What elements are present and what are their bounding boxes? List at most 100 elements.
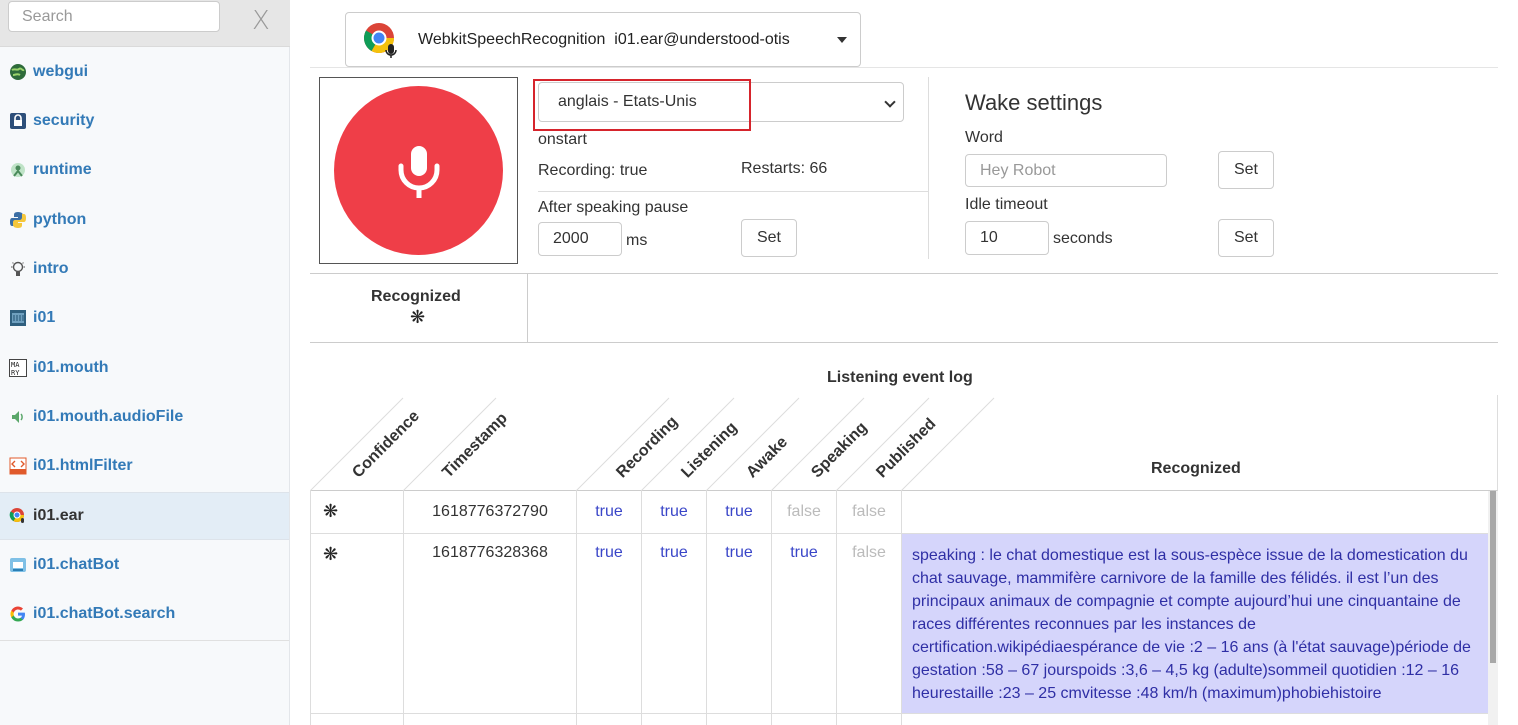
listening-value: true <box>660 503 688 520</box>
recognized-cell <box>901 714 1488 725</box>
listening-value: true <box>660 544 688 561</box>
log-table-header: Confidence Timestamp Recording Listening… <box>310 395 1498 491</box>
microphone-icon <box>398 146 440 198</box>
table-row <box>310 714 1488 725</box>
sidebar-item-label: intro <box>33 260 69 277</box>
sidebar-item-webgui[interactable]: webgui <box>0 48 289 96</box>
pause-label: After speaking pause <box>538 199 689 216</box>
divider <box>527 273 528 342</box>
awake-cell: true <box>706 491 771 533</box>
recording-status: Recording: true <box>538 162 648 179</box>
confidence-cell: ❋ <box>310 491 403 533</box>
robot-icon <box>10 310 26 326</box>
timestamp-value: 1618776328368 <box>432 544 548 561</box>
globe-icon <box>10 64 26 80</box>
awake-cell: true <box>706 534 771 713</box>
listening-cell <box>641 714 706 725</box>
sidebar-item-label: i01.mouth <box>33 359 109 376</box>
sidebar-item-i01-mouth[interactable]: MA RY i01.mouth <box>0 344 289 392</box>
recognized-cell: speaking : le chat domestique est la sou… <box>901 534 1488 713</box>
published-value: false <box>852 544 886 561</box>
lightbulb-icon <box>11 261 25 276</box>
divider <box>310 273 1498 274</box>
language-select[interactable]: anglais - Etats-Unis <box>538 82 904 122</box>
sidebar-item-label: webgui <box>33 63 89 80</box>
chrome-mic-icon <box>363 23 397 58</box>
published-cell: false <box>836 534 901 713</box>
wake-word-input[interactable] <box>965 154 1167 187</box>
recording-cell: true <box>576 534 641 713</box>
idle-timeout-set-button[interactable]: Set <box>1218 219 1274 257</box>
timestamp-cell: 1618776372790 <box>403 491 576 533</box>
sidebar-item-i01-mouth-audiofile[interactable]: i01.mouth.audioFile <box>0 393 289 441</box>
speaking-value: true <box>790 544 818 561</box>
confidence-star-icon: ❋ <box>410 307 426 328</box>
recognized-value: speaking : le chat domestique est la sou… <box>902 534 1488 713</box>
sidebar-item-label: i01.ear <box>33 507 84 524</box>
idle-timeout-input[interactable] <box>965 221 1049 255</box>
timestamp-cell <box>403 714 576 725</box>
microphone-toggle[interactable] <box>319 77 518 264</box>
timestamp-value: 1618776372790 <box>432 503 548 520</box>
search-input[interactable] <box>8 1 220 32</box>
divider <box>928 77 929 259</box>
recording-cell: true <box>576 491 641 533</box>
sidebar-item-i01-ear[interactable]: i01.ear <box>0 492 289 540</box>
sidebar-item-i01-chatbot-search[interactable]: i01.chatBot.search <box>0 590 289 638</box>
chevron-down-icon <box>884 96 896 108</box>
idle-timeout-unit: seconds <box>1053 230 1113 247</box>
restarts-count: Restarts: 66 <box>741 160 828 177</box>
service-type: WebkitSpeechRecognition <box>418 31 606 48</box>
mary-tts-icon: MARY <box>9 359 27 377</box>
sidebar-item-security[interactable]: security <box>0 97 289 145</box>
chrome-mic-icon <box>9 508 24 523</box>
awake-value: true <box>725 503 753 520</box>
log-title: Listening event log <box>827 369 973 386</box>
event-status: onstart <box>538 131 587 148</box>
svg-text:MA: MA <box>11 361 20 369</box>
speaking-cell: false <box>771 491 836 533</box>
search-bar: X <box>0 0 290 47</box>
table-row: ❋ 1618776372790 true true true false fal… <box>310 491 1488 534</box>
wake-settings-title: Wake settings <box>965 90 1103 115</box>
sidebar-item-runtime[interactable]: runtime <box>0 146 289 194</box>
sidebar-item-i01-chatbot[interactable]: i01.chatBot <box>0 541 289 589</box>
recognized-cell <box>901 491 1488 533</box>
sidebar-item-i01-htmlfilter[interactable]: i01.htmlFilter <box>0 442 289 490</box>
scrollbar-thumb[interactable] <box>1490 491 1496 663</box>
recording-cell <box>576 714 641 725</box>
log-table-body: ❋ 1618776372790 true true true false fal… <box>310 491 1488 725</box>
sidebar-item-label: i01.mouth.audioFile <box>33 408 184 425</box>
speaking-value: false <box>787 503 821 520</box>
close-search-button[interactable]: X <box>252 6 270 36</box>
header-recognized: Recognized <box>1151 460 1241 477</box>
sidebar-item-i01[interactable]: i01 <box>0 294 289 342</box>
runtime-icon <box>11 163 25 177</box>
service-instance: i01.ear@understood-otis <box>614 31 790 48</box>
published-value: false <box>852 503 886 520</box>
confidence-cell <box>310 714 403 725</box>
divider <box>310 67 1498 68</box>
recognized-value <box>902 491 1488 503</box>
confidence-star-icon: ❋ <box>323 544 339 565</box>
sidebar: X webgui security runtime python intro i… <box>0 0 290 725</box>
speaking-cell: true <box>771 534 836 713</box>
divider <box>310 342 1498 343</box>
wake-word-label: Word <box>965 129 1003 146</box>
sidebar-divider <box>0 640 289 641</box>
sidebar-item-label: i01.chatBot <box>33 556 120 573</box>
sidebar-item-python[interactable]: python <box>0 196 289 244</box>
log-scrollbar[interactable] <box>1488 491 1498 725</box>
table-row: ❋ 1618776328368 true true true true fals… <box>310 534 1488 714</box>
recording-value: true <box>595 544 623 561</box>
wake-word-set-button[interactable]: Set <box>1218 151 1274 189</box>
sidebar-item-label: i01 <box>33 309 56 326</box>
listening-cell: true <box>641 534 706 713</box>
pause-set-button[interactable]: Set <box>741 219 797 257</box>
listening-cell: true <box>641 491 706 533</box>
idle-timeout-label: Idle timeout <box>965 196 1048 213</box>
service-selector[interactable]: WebkitSpeechRecognition i01.ear@understo… <box>345 12 861 67</box>
pause-input[interactable] <box>538 222 622 256</box>
mic-button[interactable] <box>334 86 503 255</box>
sidebar-item-intro[interactable]: intro <box>0 245 289 293</box>
